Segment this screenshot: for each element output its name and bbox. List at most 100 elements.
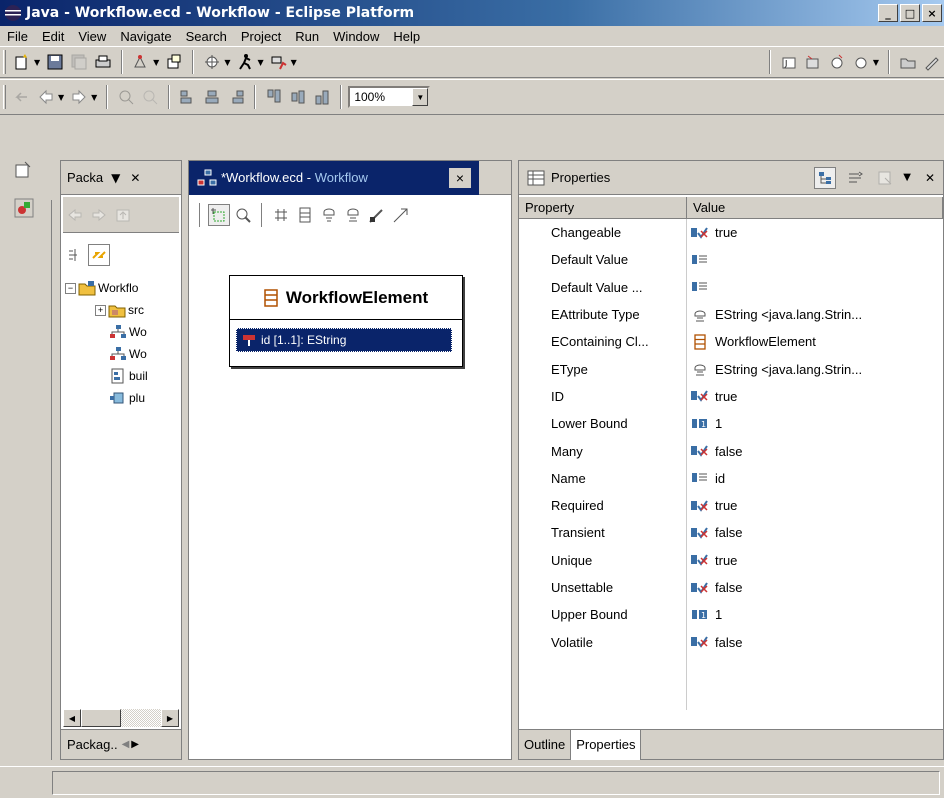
menu-help[interactable]: Help	[386, 29, 427, 44]
property-value-cell[interactable]: true	[687, 492, 943, 519]
link-with-editor-icon[interactable]	[88, 244, 110, 266]
property-row[interactable]: Many false	[519, 437, 943, 465]
expand-icon[interactable]: +	[95, 304, 106, 316]
zoom-in-icon[interactable]	[115, 86, 137, 108]
open-folder-icon[interactable]	[897, 51, 919, 73]
eattribute-row[interactable]: id [1..1]: EString	[236, 328, 452, 352]
java-perspective-icon[interactable]	[14, 198, 36, 220]
property-value-cell[interactable]: false	[687, 437, 943, 464]
tree-item-workflow-model[interactable]: Wo	[61, 343, 181, 365]
tab-scroll-left-icon[interactable]: ◀	[122, 739, 130, 750]
new-class-icon[interactable]	[826, 51, 848, 73]
menu-view[interactable]: View	[71, 29, 113, 44]
align-left-icon[interactable]	[177, 86, 199, 108]
scroll-thumb[interactable]	[81, 709, 121, 727]
zoom-out-icon[interactable]	[139, 86, 161, 108]
menu-file[interactable]: File	[0, 29, 35, 44]
property-value-cell[interactable]	[687, 274, 943, 301]
chevron-down-icon[interactable]: ▼	[91, 93, 97, 102]
align-middle-icon[interactable]	[287, 86, 309, 108]
property-row[interactable]: Default Value	[519, 246, 943, 274]
show-categories-icon[interactable]	[814, 166, 837, 189]
tree-item-workflow-diagram[interactable]: Wo	[61, 321, 181, 343]
properties-tab[interactable]: Properties	[527, 170, 813, 186]
property-value-cell[interactable]: EString <java.lang.Strin...	[687, 301, 943, 328]
chevron-down-icon[interactable]: ▼	[291, 58, 297, 67]
chevron-down-icon[interactable]: ▼	[873, 58, 879, 67]
last-edit-icon[interactable]	[11, 86, 33, 108]
view-menu-icon[interactable]: ▼	[111, 171, 120, 185]
property-row[interactable]: Default Value ...	[519, 273, 943, 301]
property-row[interactable]: Lower Bound 1 1	[519, 410, 943, 438]
tree-item-src[interactable]: + src	[61, 299, 181, 321]
package-explorer-bottom-tab[interactable]: Packag.. ◀ ▶	[61, 729, 181, 759]
forward-arrow-icon[interactable]	[88, 204, 110, 226]
scroll-track[interactable]	[121, 709, 161, 727]
search-pen-icon[interactable]	[921, 51, 943, 73]
reference-tool-icon[interactable]	[366, 204, 388, 226]
maximize-button[interactable]: □	[900, 4, 920, 22]
open-type-icon[interactable]	[163, 51, 185, 73]
property-row[interactable]: Required true	[519, 491, 943, 520]
eclass-node[interactable]: WorkflowElement id [1..1]: EString	[229, 275, 463, 367]
chevron-down-icon[interactable]: ▼	[257, 58, 263, 67]
property-row[interactable]: EType EString <java.lang.Strin...	[519, 355, 943, 383]
back-arrow-icon[interactable]	[35, 86, 57, 108]
new-project-icon[interactable]	[130, 51, 152, 73]
package-explorer-tab[interactable]: Packa	[67, 170, 103, 185]
property-row[interactable]: Changeable true	[519, 219, 943, 247]
column-header-property[interactable]: Property	[519, 197, 687, 218]
zoom-select[interactable]: 100% ▼	[348, 86, 431, 108]
open-perspective-icon[interactable]	[14, 160, 36, 182]
scroll-left-icon[interactable]: ◀	[63, 709, 81, 727]
enum-tool-icon[interactable]	[342, 204, 364, 226]
chevron-down-icon[interactable]: ▼	[224, 58, 230, 67]
align-right-icon[interactable]	[225, 86, 247, 108]
tree-item-project[interactable]: − Workflo	[61, 277, 181, 299]
editor-tab-workflow[interactable]: *Workflow.ecd - Workflow ×	[189, 160, 479, 195]
zoom-tool-icon[interactable]	[232, 204, 254, 226]
collapse-all-icon[interactable]	[64, 244, 86, 266]
tree-item-build-properties[interactable]: buil	[61, 365, 181, 387]
up-folder-icon[interactable]	[112, 204, 134, 226]
debug-icon[interactable]	[201, 51, 223, 73]
close-window-button[interactable]: ×	[922, 4, 942, 22]
property-row[interactable]: ID true	[519, 382, 943, 411]
property-row[interactable]: Unsettable false	[519, 573, 943, 602]
menu-run[interactable]: Run	[288, 29, 326, 44]
close-icon[interactable]: ×	[449, 167, 471, 188]
column-header-value[interactable]: Value	[687, 197, 943, 218]
package-tool-icon[interactable]	[270, 204, 292, 226]
menu-navigate[interactable]: Navigate	[113, 29, 178, 44]
toolbar-grip[interactable]	[3, 85, 6, 109]
collapse-icon[interactable]: −	[65, 282, 76, 294]
property-value-cell[interactable]: true	[687, 383, 943, 410]
close-icon[interactable]: ✕	[130, 171, 140, 185]
restore-default-icon[interactable]	[874, 167, 896, 189]
tab-properties[interactable]: Properties	[571, 729, 642, 760]
align-top-icon[interactable]	[263, 86, 285, 108]
property-value-cell[interactable]: id	[687, 465, 943, 492]
external-tools-icon[interactable]	[268, 51, 290, 73]
class-tool-icon[interactable]	[294, 204, 316, 226]
property-row[interactable]: Unique true	[519, 546, 943, 574]
property-row[interactable]: Volatile false	[519, 628, 943, 656]
property-value-cell[interactable]: false	[687, 628, 943, 655]
select-tool-icon[interactable]	[208, 204, 230, 226]
print-icon[interactable]	[92, 51, 114, 73]
chevron-down-icon[interactable]: ▼	[412, 88, 429, 106]
tab-scroll-right-icon[interactable]: ▶	[131, 739, 139, 750]
tab-outline[interactable]: Outline	[519, 729, 572, 760]
align-center-icon[interactable]	[201, 86, 223, 108]
property-value-cell[interactable]: 11	[687, 601, 943, 628]
inheritance-tool-icon[interactable]	[390, 204, 412, 226]
new-wizard-icon[interactable]	[11, 51, 33, 73]
property-value-cell[interactable]: false	[687, 519, 943, 546]
show-advanced-icon[interactable]	[844, 167, 866, 189]
forward-arrow-icon[interactable]	[68, 86, 90, 108]
chevron-down-icon[interactable]: ▼	[153, 58, 159, 67]
menu-window[interactable]: Window	[326, 29, 386, 44]
align-bottom-icon[interactable]	[311, 86, 333, 108]
property-row[interactable]: Transient false	[519, 519, 943, 547]
menu-edit[interactable]: Edit	[35, 29, 71, 44]
